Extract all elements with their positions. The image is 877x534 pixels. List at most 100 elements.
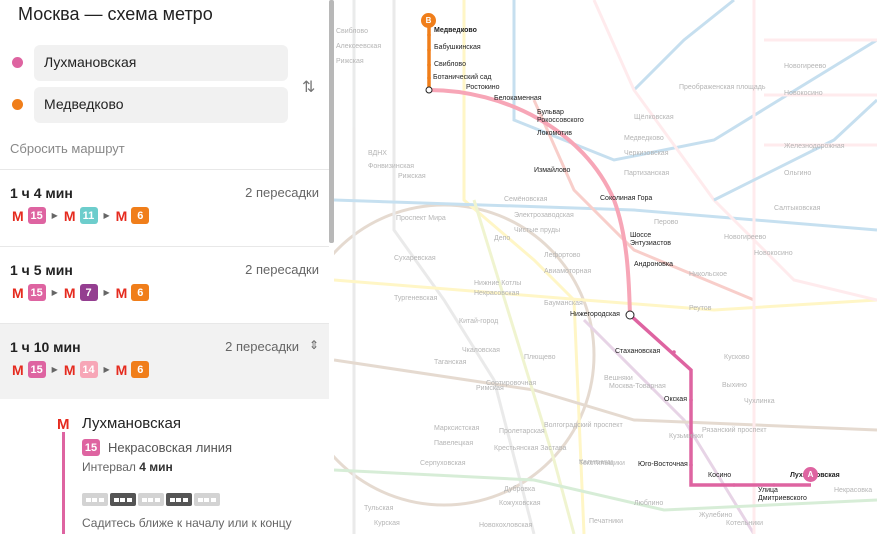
map-station-label[interactable]: Калитники bbox=[579, 459, 613, 466]
map-station-label-active[interactable]: Ботанический сад bbox=[433, 74, 491, 81]
start-pin-icon[interactable]: A bbox=[803, 467, 818, 482]
map-station-label[interactable]: Новогиреево bbox=[724, 234, 766, 241]
map-station-label[interactable]: Люблино bbox=[634, 500, 663, 507]
map-station-label[interactable]: Рязанский проспект bbox=[702, 427, 767, 434]
map-station-label[interactable]: Кожуховская bbox=[499, 500, 541, 507]
map-station-label[interactable]: Жулебино bbox=[699, 512, 732, 519]
map-station-label-active[interactable]: Стахановская bbox=[615, 348, 660, 355]
map-station-label[interactable]: Щёлковская bbox=[634, 114, 674, 121]
map-station-label[interactable]: Некрасовская bbox=[474, 290, 519, 297]
map-station-label[interactable]: Лефортово bbox=[544, 252, 580, 259]
map-station-label[interactable]: Марксистская bbox=[434, 425, 479, 432]
map-station-label[interactable]: Реутов bbox=[689, 305, 711, 312]
map-station-label[interactable]: Некрасовка bbox=[834, 487, 872, 494]
map-station-label-active[interactable]: Измайлово bbox=[534, 167, 570, 174]
arrow-right-icon: ▶ bbox=[51, 365, 58, 374]
map-station-label[interactable]: Рижская bbox=[336, 58, 364, 65]
map-station-label[interactable]: Волгоградский проспект bbox=[544, 422, 623, 429]
map-station-label-active[interactable]: Белокаменная bbox=[494, 95, 542, 102]
map-station-label-active[interactable]: Андроновка bbox=[634, 261, 673, 268]
map-station-label[interactable]: Свиблово bbox=[336, 28, 368, 35]
map-station-label[interactable]: Москва-Товарная bbox=[609, 383, 666, 390]
metro-map[interactable]: Свиблово Алексеевская Рижская ВДНХ Фонви… bbox=[334, 0, 877, 534]
map-station-label[interactable]: Плющево bbox=[524, 354, 555, 361]
map-station-label[interactable]: Вешняки bbox=[604, 375, 633, 382]
map-station-label[interactable]: Кузьминки bbox=[669, 433, 703, 440]
map-station-label[interactable]: Печатники bbox=[589, 518, 623, 525]
map-station-label-active[interactable]: Шоссе Энтузиастов bbox=[630, 232, 675, 248]
map-station-label[interactable]: ВДНХ bbox=[368, 150, 387, 157]
map-station-label-active[interactable]: Косино bbox=[708, 472, 731, 479]
map-station-label[interactable]: Новогиреево bbox=[784, 63, 826, 70]
map-station-label[interactable]: Авиамоторная bbox=[544, 268, 591, 275]
line-badge: 6 bbox=[131, 361, 150, 378]
map-station-label[interactable]: Сухаревская bbox=[394, 255, 436, 262]
metro-logo-icon: М bbox=[57, 416, 70, 433]
map-station-label[interactable]: Перово bbox=[654, 219, 678, 226]
map-station-label[interactable]: Медведково bbox=[624, 135, 664, 142]
map-station-label[interactable]: Бауманская bbox=[544, 300, 583, 307]
map-station-label-active[interactable]: Окская bbox=[664, 396, 687, 403]
map-station-label[interactable]: Нижние Котлы bbox=[474, 280, 521, 287]
map-station-label[interactable]: Сортировочная bbox=[486, 380, 536, 387]
map-station-label[interactable]: Новокосино bbox=[784, 90, 823, 97]
map-station-label[interactable]: Проспект Мира bbox=[396, 215, 446, 222]
map-station-label[interactable]: Китай-город bbox=[459, 318, 498, 325]
map-station-label[interactable]: Преображенская площадь bbox=[679, 84, 766, 91]
map-station-label-active[interactable]: Локомотив bbox=[537, 130, 572, 137]
map-station-label[interactable]: Выхино bbox=[722, 382, 747, 389]
map-station-label-active[interactable]: Соколиная Гора bbox=[600, 195, 652, 202]
map-station-label[interactable]: Чистые пруды bbox=[514, 227, 560, 234]
end-pin-icon[interactable]: B bbox=[421, 13, 436, 28]
from-dot-icon bbox=[12, 57, 23, 68]
map-station-label[interactable]: Серпуховская bbox=[420, 460, 466, 467]
map-station-label[interactable]: Новохохловская bbox=[479, 522, 532, 529]
map-station-label[interactable]: Новокосино bbox=[754, 250, 793, 257]
map-station-label-active[interactable]: Юго-Восточная bbox=[638, 461, 688, 468]
map-station-label-active[interactable]: Свиблово bbox=[434, 61, 466, 68]
from-station-field[interactable]: Лухмановская bbox=[34, 45, 288, 81]
map-station-label[interactable]: Тургеневская bbox=[394, 295, 437, 302]
map-station-label[interactable]: Рижская bbox=[398, 173, 426, 180]
map-station-label[interactable]: Семёновская bbox=[504, 196, 547, 203]
map-station-label-active[interactable]: Бабушкинская bbox=[434, 44, 481, 51]
map-station-label[interactable]: Салтыковская bbox=[774, 205, 820, 212]
swap-arrows-icon[interactable]: ⇅ bbox=[302, 77, 315, 97]
map-station-label[interactable]: Фонвизинская bbox=[368, 163, 414, 170]
map-station-label[interactable]: Кусково bbox=[724, 354, 750, 361]
line-badge: 15 bbox=[82, 439, 100, 456]
to-station-field[interactable]: Медведково bbox=[34, 87, 288, 123]
map-station-label[interactable]: Железнодорожная bbox=[784, 143, 845, 150]
map-station-label-active[interactable]: Нижегородская bbox=[570, 311, 620, 318]
route-line-15 bbox=[628, 313, 811, 487]
map-station-label[interactable]: Никольское bbox=[689, 271, 727, 278]
map-station-label-active[interactable]: Ростокино bbox=[466, 84, 500, 91]
map-station-label[interactable]: Электрозаводская bbox=[514, 212, 574, 219]
metro-logo-icon: М bbox=[115, 361, 128, 378]
route-option-selected[interactable]: 1 ч 10 мин 2 пересадки ⇕ М 15 ▶ М 14 ▶ М… bbox=[0, 323, 329, 399]
map-station-label[interactable]: Алексеевская bbox=[336, 43, 381, 50]
map-station-label-active[interactable]: Бульвар Рокоссовского bbox=[537, 109, 597, 125]
map-station-label[interactable]: Павелецкая bbox=[434, 440, 473, 447]
map-station-label[interactable]: Дубровка bbox=[504, 486, 535, 493]
map-station-label[interactable]: Тульская bbox=[364, 505, 393, 512]
line-badge: 6 bbox=[131, 207, 150, 224]
map-station-label[interactable]: Ольгино bbox=[784, 170, 811, 177]
map-station-label[interactable]: Партизанская bbox=[624, 170, 669, 177]
map-station-label[interactable]: Крестьянская Застава bbox=[494, 445, 566, 452]
map-station-label[interactable]: Депо bbox=[494, 235, 510, 242]
route-option[interactable]: 1 ч 4 мин 2 пересадки М 15 ▶ М 11 ▶ М 6 bbox=[0, 169, 329, 245]
map-station-label[interactable]: Чкаловская bbox=[462, 347, 500, 354]
map-station-label-active[interactable]: Улица Дмитриевского bbox=[758, 487, 818, 503]
map-station-label[interactable]: Чухлинка bbox=[744, 398, 775, 405]
map-station-label[interactable]: Пролетарская bbox=[499, 428, 545, 435]
chevron-up-down-icon[interactable]: ⇕ bbox=[309, 338, 319, 352]
route-option[interactable]: 1 ч 5 мин 2 пересадки М 15 ▶ М 7 ▶ М 6 bbox=[0, 246, 329, 322]
line-badge: 6 bbox=[131, 284, 150, 301]
map-station-label[interactable]: Таганская bbox=[434, 359, 466, 366]
map-station-label[interactable]: Черкизовская bbox=[624, 150, 669, 157]
map-station-label-active[interactable]: Медведково bbox=[434, 27, 477, 34]
map-station-label[interactable]: Котельники bbox=[726, 520, 763, 527]
map-station-label[interactable]: Курская bbox=[374, 520, 400, 527]
reset-route-button[interactable]: Сбросить маршрут bbox=[10, 141, 125, 156]
